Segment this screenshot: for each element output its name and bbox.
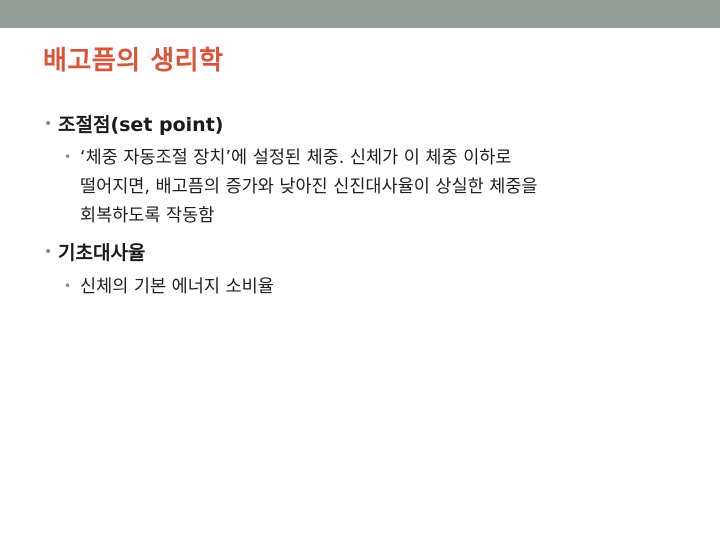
bullet-heading-bmr: 기초대사율 bbox=[58, 242, 146, 264]
set-point-desc-line-2: 떨어지면, 배고픔의 증가와 낮아진 신진대사율이 상실한 체중을 bbox=[80, 177, 538, 197]
top-decorative-bar bbox=[0, 0, 720, 28]
set-point-desc-line-1: ‘체중 자동조절 장치’에 설정된 체중. 신체가 이 체중 이하로 bbox=[80, 148, 512, 168]
bullet-icon: • bbox=[44, 244, 53, 260]
bullet-icon: • bbox=[64, 150, 72, 164]
bullet-heading-set-point: 조절점(set point) bbox=[58, 114, 224, 136]
bmr-desc-line-1: 신체의 기본 에너지 소비율 bbox=[80, 277, 274, 297]
bullet-icon: • bbox=[44, 116, 53, 132]
bullet-icon: • bbox=[64, 279, 72, 293]
set-point-desc-line-3: 회복하도록 작동함 bbox=[80, 206, 215, 226]
slide-title: 배고픔의 생리학 bbox=[43, 46, 224, 76]
